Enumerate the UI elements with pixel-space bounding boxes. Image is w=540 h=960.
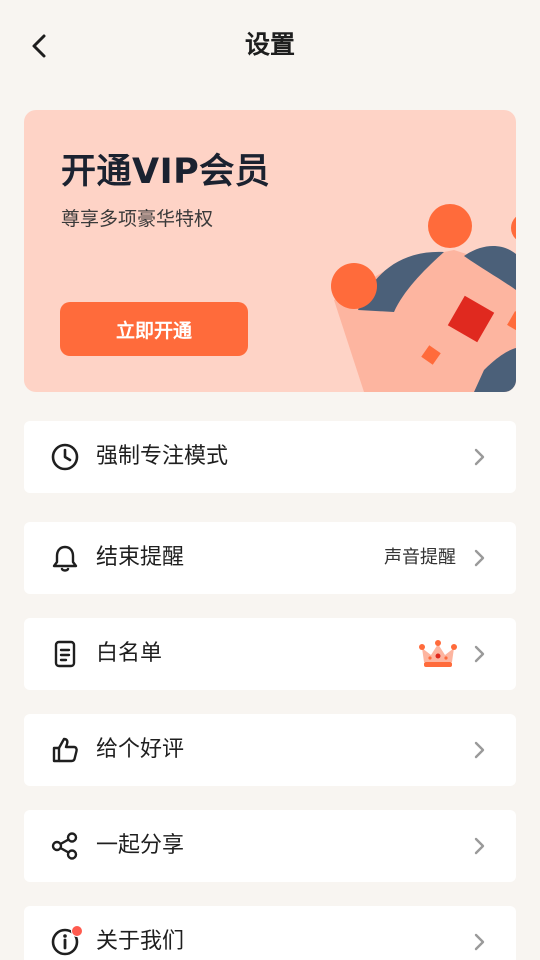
reminder-value: 声音提醒 xyxy=(384,547,456,568)
chevron-right-icon xyxy=(474,549,485,567)
settings-item-label: 白名单 xyxy=(96,641,163,666)
clock-icon xyxy=(51,443,79,471)
share-icon xyxy=(51,832,78,860)
header: 设置 xyxy=(0,0,540,90)
settings-item-label: 给个好评 xyxy=(96,737,185,762)
chevron-right-icon xyxy=(474,933,485,951)
chevron-right-icon xyxy=(474,448,485,466)
thumbs-up-icon xyxy=(52,737,78,763)
notification-dot xyxy=(71,925,83,937)
settings-item-share[interactable]: 一起分享 xyxy=(24,810,516,882)
bell-icon xyxy=(52,545,78,572)
vip-title: 开通VIP会员 xyxy=(61,152,271,192)
settings-page: 设置 开通VIP会员 尊享多项豪华特权 立即开通 强制专注模式 结束提醒 声音提… xyxy=(0,0,540,960)
settings-item-focus-mode[interactable]: 强制专注模式 xyxy=(24,421,516,493)
vip-banner[interactable]: 开通VIP会员 尊享多项豪华特权 立即开通 xyxy=(24,110,516,392)
settings-item-label: 关于我们 xyxy=(96,929,185,954)
vip-subtitle: 尊享多项豪华特权 xyxy=(61,208,214,230)
settings-item-end-reminder[interactable]: 结束提醒 声音提醒 xyxy=(24,522,516,594)
open-vip-button[interactable]: 立即开通 xyxy=(60,302,248,356)
crown-illustration xyxy=(331,204,516,392)
clipboard-icon xyxy=(54,640,76,668)
chevron-right-icon xyxy=(474,741,485,759)
settings-item-about-us[interactable]: 关于我们 xyxy=(24,906,516,960)
settings-item-label: 一起分享 xyxy=(96,833,185,858)
page-title: 设置 xyxy=(244,30,295,59)
settings-item-whitelist[interactable]: 白名单 xyxy=(24,618,516,690)
settings-item-rate-us[interactable]: 给个好评 xyxy=(24,714,516,786)
settings-item-label: 强制专注模式 xyxy=(96,444,229,469)
chevron-right-icon xyxy=(474,645,485,663)
chevron-right-icon xyxy=(474,837,485,855)
settings-item-label: 结束提醒 xyxy=(96,545,185,570)
crown-icon xyxy=(419,640,457,667)
